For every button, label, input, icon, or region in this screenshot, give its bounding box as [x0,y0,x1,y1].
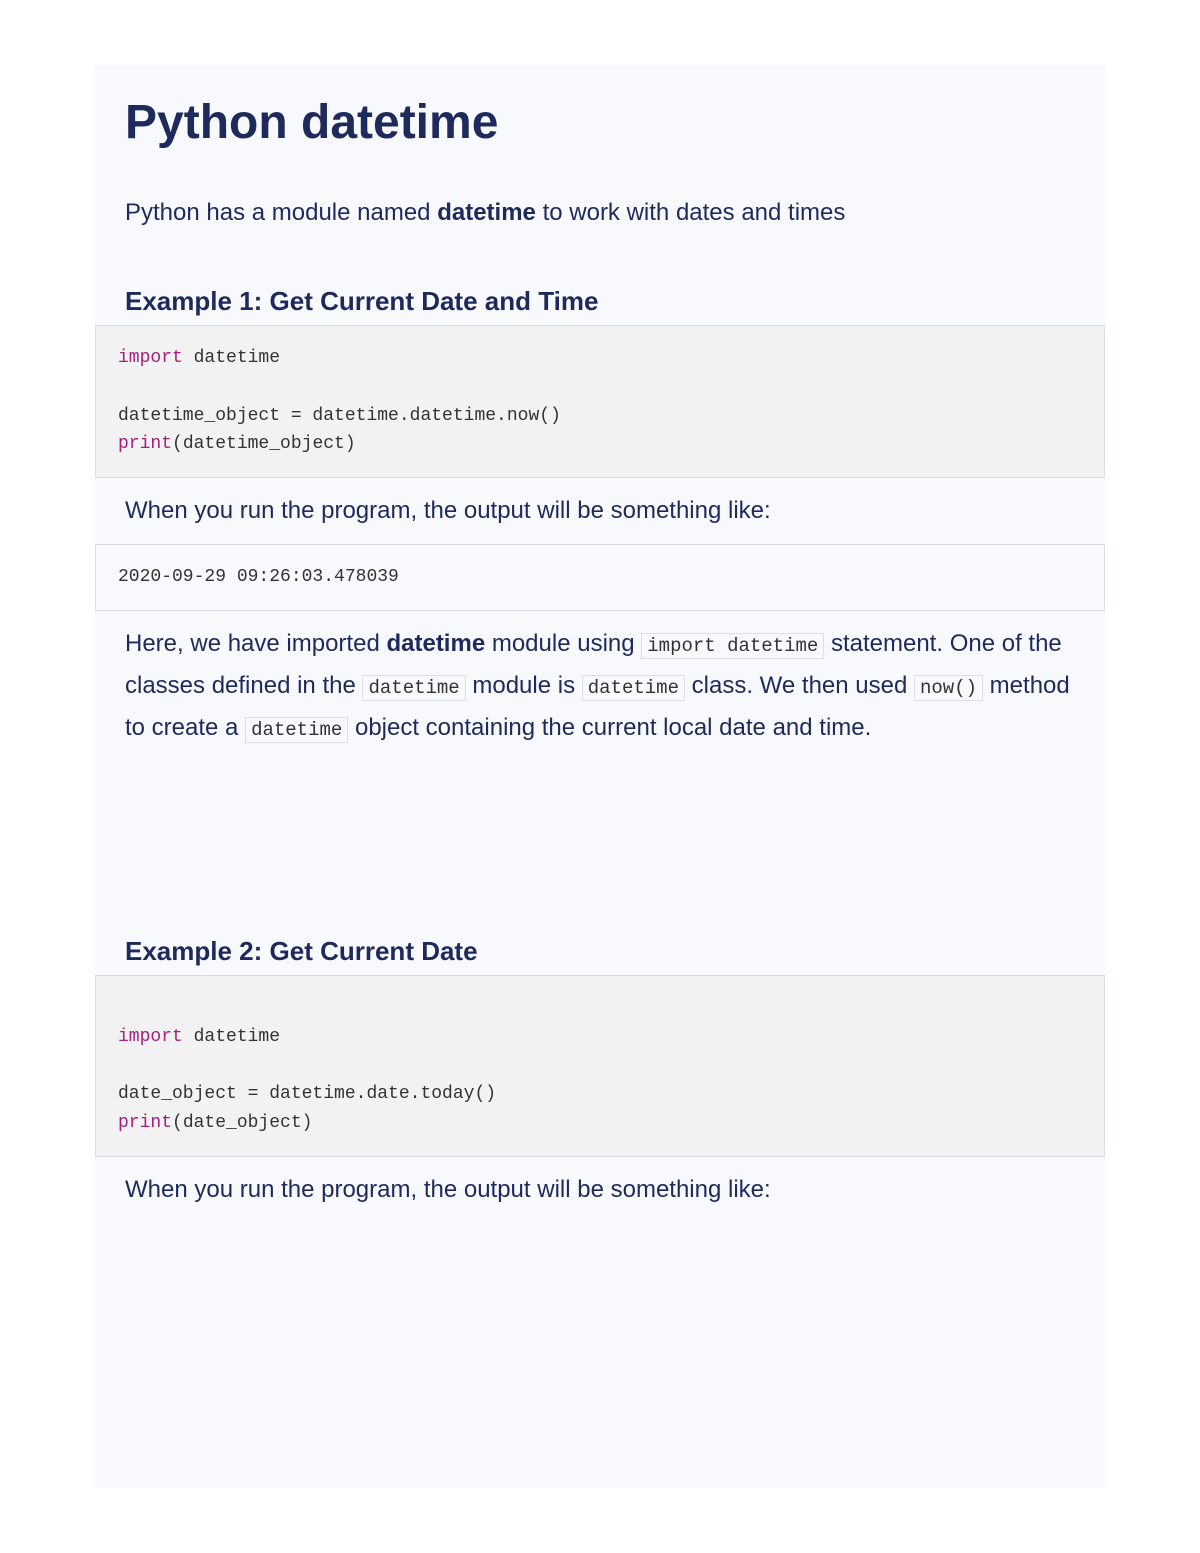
spacer [95,761,1105,936]
output-intro-text: When you run the program, the output wil… [95,1157,1105,1223]
example1-output-block: 2020-09-29 09:26:03.478039 [95,544,1105,611]
example1-heading: Example 1: Get Current Date and Time [95,286,1105,317]
inline-code: datetime [362,675,465,701]
code-keyword: import [118,348,183,368]
code-text: datetime_object = datetime.datetime.now(… [118,406,561,426]
code-keyword: import [118,1027,183,1047]
intro-text-pre: Python has a module named [125,199,437,226]
explain-bold: datetime [386,630,485,657]
code-keyword: print [118,1113,172,1133]
inline-code: now() [914,675,983,701]
inline-code: import datetime [641,633,824,659]
example2-code-block: import datetime date_object = datetime.d… [95,975,1105,1157]
code-text: datetime [183,1027,280,1047]
intro-text-post: to work with dates and times [536,199,845,226]
output-intro-text: When you run the program, the output wil… [95,478,1105,544]
inline-code: datetime [245,717,348,743]
code-text: datetime [183,348,280,368]
page-title: Python datetime [95,95,1105,150]
explain-text: module using [485,630,641,657]
code-keyword: print [118,434,172,454]
example1-code-block: import datetime datetime_object = dateti… [95,325,1105,478]
code-text: (date_object) [172,1113,312,1133]
code-text: date_object = datetime.date.today() [118,1084,496,1104]
example1-explanation: Here, we have imported datetime module u… [95,611,1105,761]
intro-paragraph: Python has a module named datetime to wo… [95,195,1105,231]
code-text: (datetime_object) [172,434,356,454]
explain-text: module is [466,672,582,699]
explain-text: Here, we have imported [125,630,386,657]
explain-text: class. We then used [685,672,914,699]
explain-text: object containing the current local date… [348,714,871,741]
document-page: Python datetime Python has a module name… [95,65,1105,1488]
inline-code: datetime [582,675,685,701]
intro-bold: datetime [437,199,536,226]
example2-heading: Example 2: Get Current Date [95,936,1105,967]
